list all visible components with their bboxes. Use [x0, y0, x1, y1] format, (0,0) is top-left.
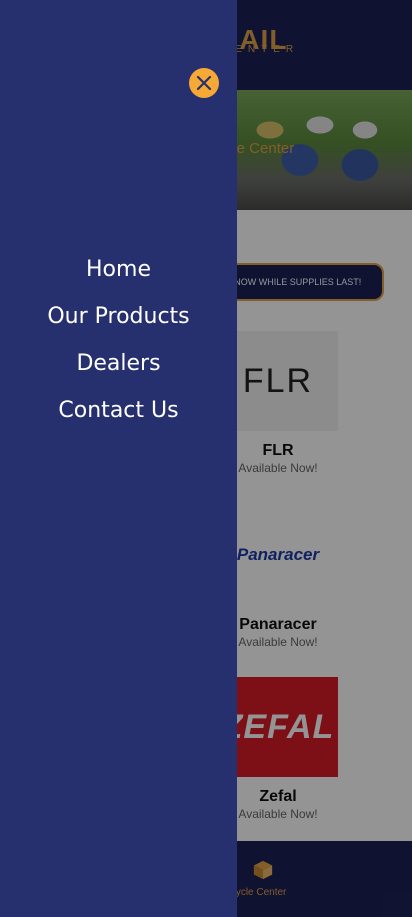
side-drawer: Home Our Products Dealers Contact Us	[0, 0, 237, 917]
close-icon	[196, 75, 212, 91]
close-button[interactable]	[189, 68, 219, 98]
menu-item-our-products[interactable]: Our Products	[0, 293, 237, 340]
menu-item-home[interactable]: Home	[0, 246, 237, 293]
menu-item-dealers[interactable]: Dealers	[0, 340, 237, 387]
drawer-menu: Home Our Products Dealers Contact Us	[0, 246, 237, 434]
menu-item-contact-us[interactable]: Contact Us	[0, 387, 237, 434]
